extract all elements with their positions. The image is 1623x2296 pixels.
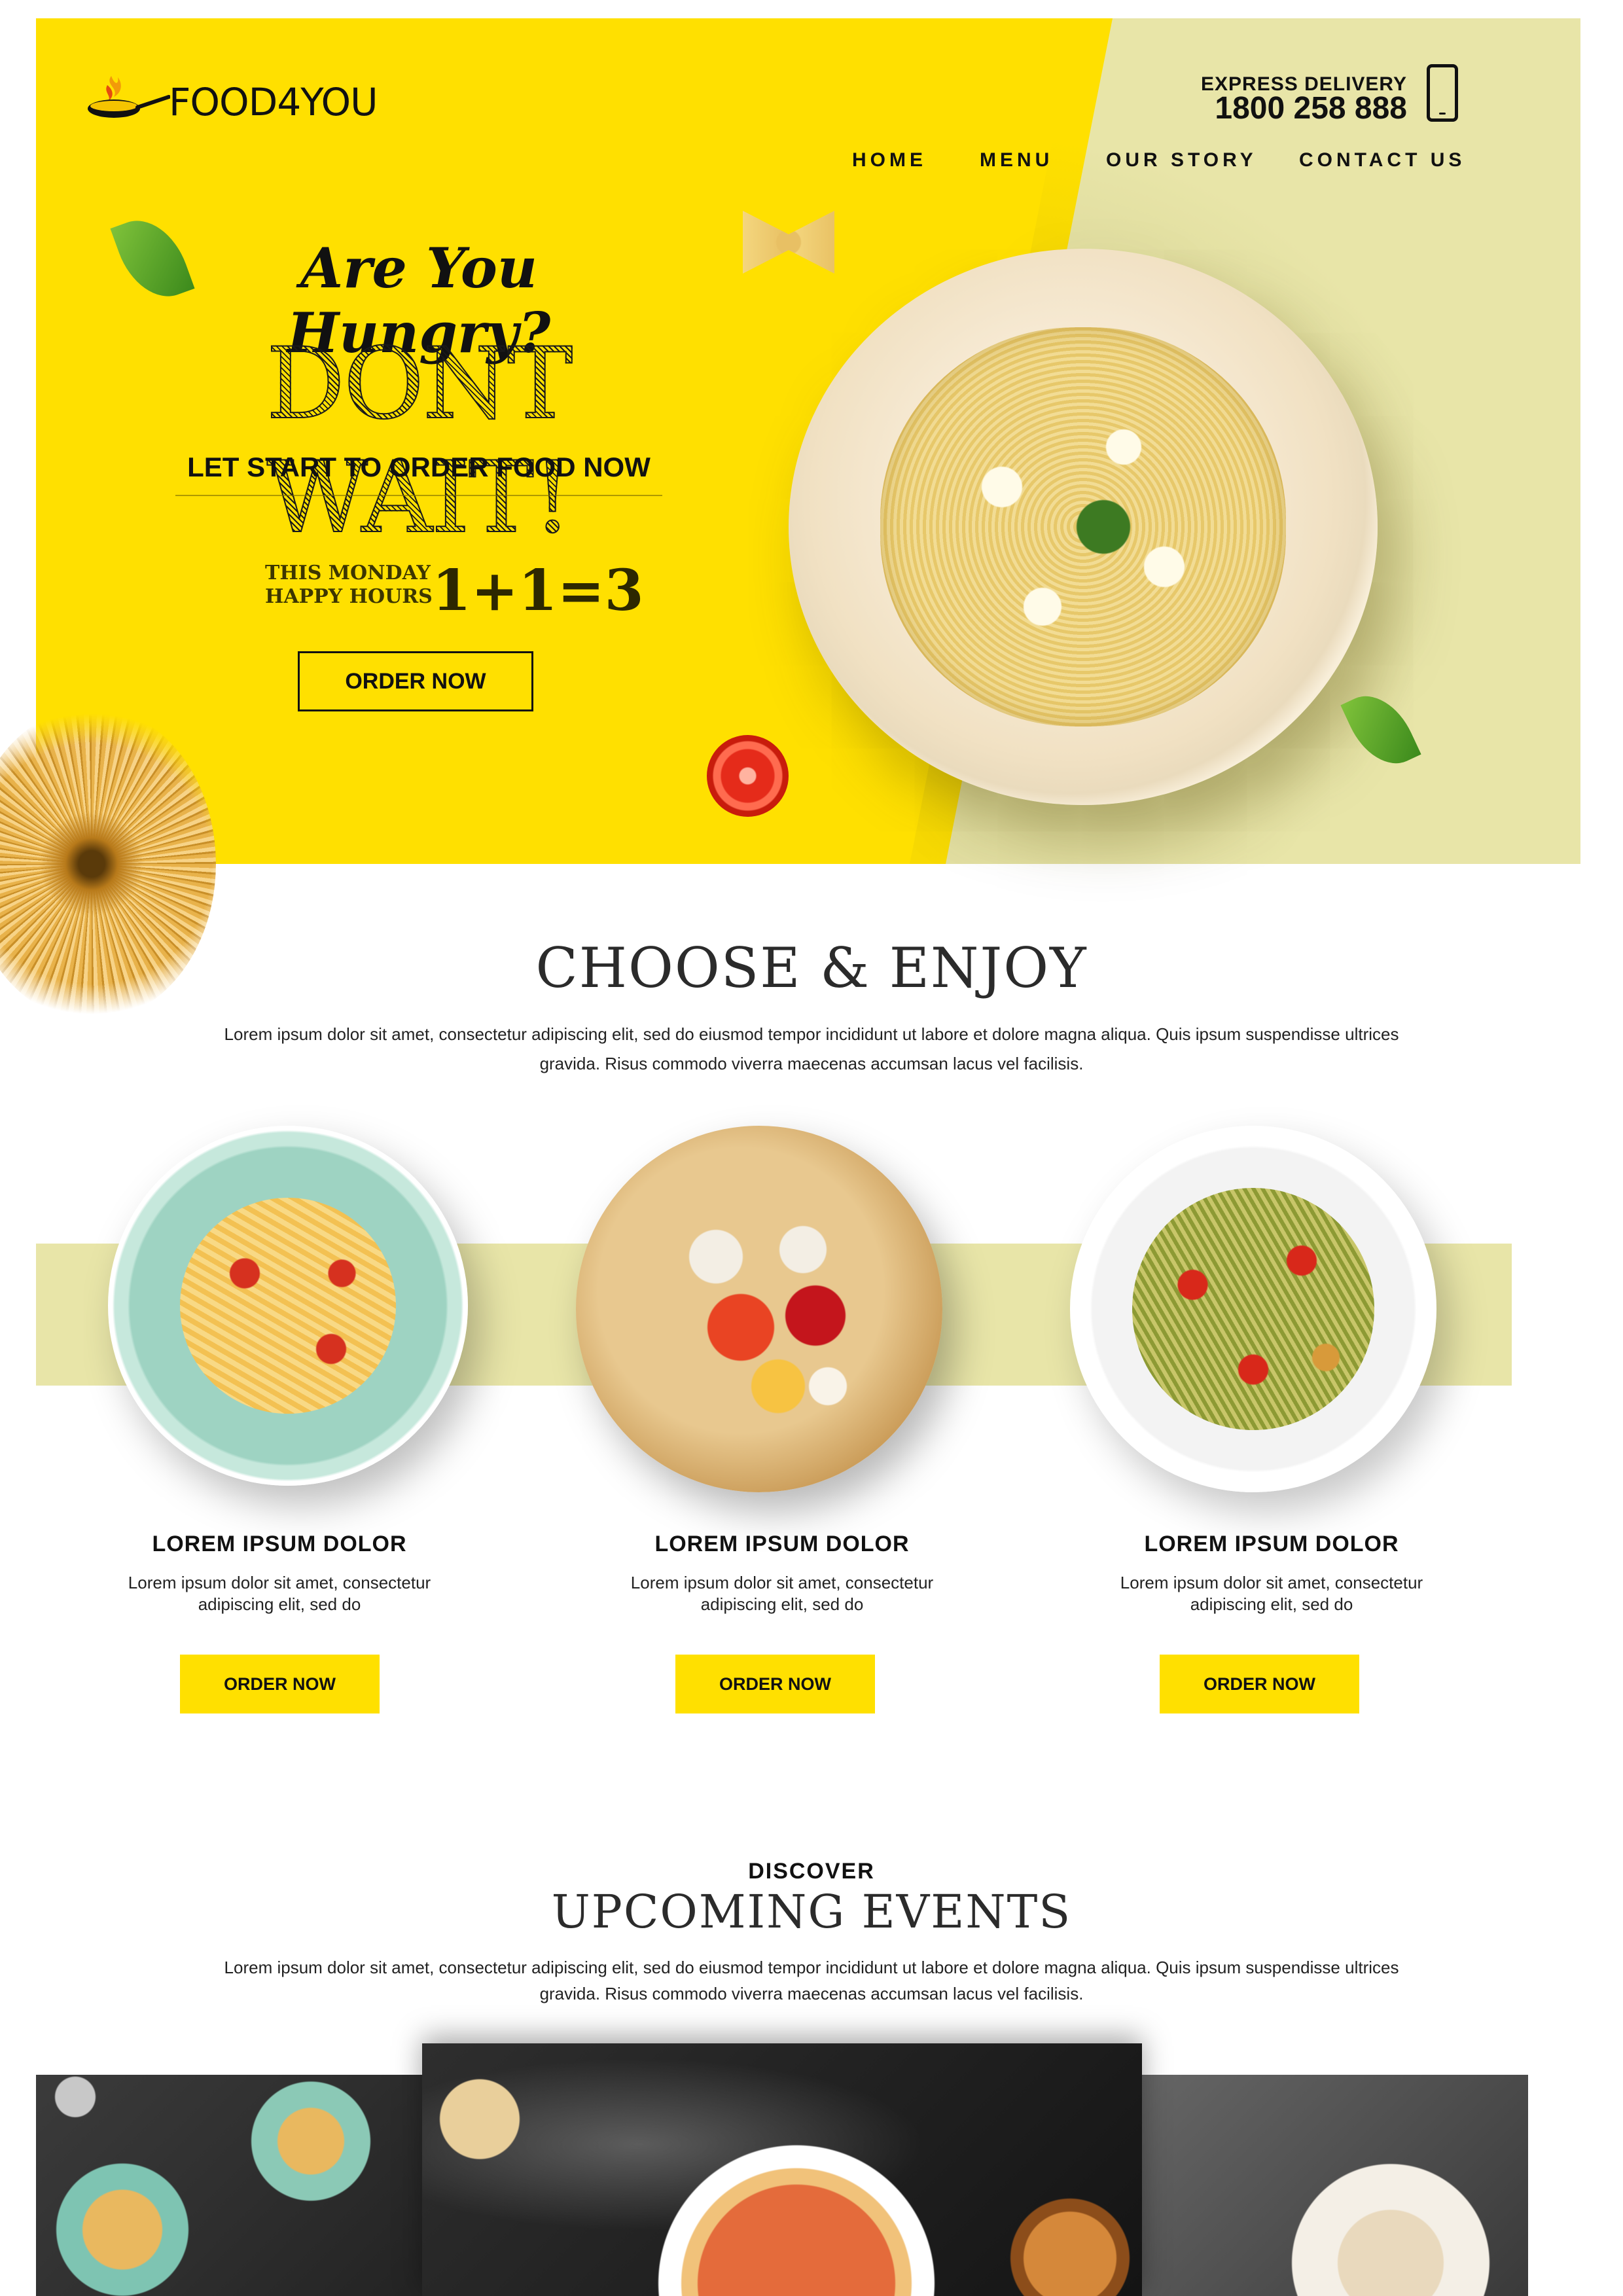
phone-number[interactable]: 1800 258 888 [1106,90,1407,126]
card-description-1: Lorem ipsum dolor sit amet, consectetur … [128,1573,431,1614]
flaming-pan-logo-icon [88,76,171,118]
tomato-slice-decoration [707,735,789,817]
card-order-now-button-2[interactable]: ORDER NOW [675,1655,875,1713]
dish-food-1 [180,1198,396,1414]
subheadline-underline [175,495,662,496]
card-order-now-button-1[interactable]: ORDER NOW [180,1655,380,1713]
brand-logo[interactable]: FOOD4YOU [85,71,378,130]
event-photo-spaghetti[interactable] [1135,2075,1528,2296]
events-kicker: DISCOVER [748,1859,875,1884]
smartphone-icon [1427,64,1458,122]
card-description-3: Lorem ipsum dolor sit amet, consectetur … [1120,1573,1423,1614]
nav-our-story[interactable]: OUR STORY [1106,149,1257,171]
hero-headline: DONT WAIT! [118,327,720,556]
event-photo-pasta-table[interactable] [36,2075,429,2296]
events-section-description: Lorem ipsum dolor sit amet, consectetur … [224,1958,1399,2003]
promo-line-2: HAPPY HOURS [265,585,433,608]
promo-offer: 1+1=3 [432,558,644,624]
event-photo-pizza[interactable] [422,2043,1142,2296]
hero-order-now-button[interactable]: ORDER NOW [298,651,533,711]
dish-food-2 [641,1198,890,1433]
card-title-1: LOREM IPSUM DOLOR [152,1532,407,1556]
hero-subheadline: LET START TO ORDER FOOD NOW [187,452,651,482]
choose-section-description: Lorem ipsum dolor sit amet, consectetur … [224,1024,1399,1073]
card-order-now-button-3[interactable]: ORDER NOW [1160,1655,1359,1713]
dish-food-3 [1132,1188,1374,1430]
pasta-food [880,327,1286,726]
promo-line-1: THIS MONDAY [265,562,431,584]
nav-home[interactable]: HOME [852,149,927,171]
card-title-2: LOREM IPSUM DOLOR [654,1532,910,1556]
brand-name: FOOD4YOU [169,80,378,124]
choose-section-title: CHOOSE & ENJOY [535,936,1088,1000]
events-section-title: UPCOMING EVENTS [551,1885,1072,1939]
card-description-2: Lorem ipsum dolor sit amet, consectetur … [630,1573,934,1614]
nav-contact-us[interactable]: CONTACT US [1299,149,1465,171]
card-title-3: LOREM IPSUM DOLOR [1144,1532,1399,1556]
nav-menu[interactable]: MENU [980,149,1053,171]
dry-spaghetti-core [29,802,154,926]
promo-happy-hours: THIS MONDAY HAPPY HOURS 1+1=3 [265,558,644,624]
